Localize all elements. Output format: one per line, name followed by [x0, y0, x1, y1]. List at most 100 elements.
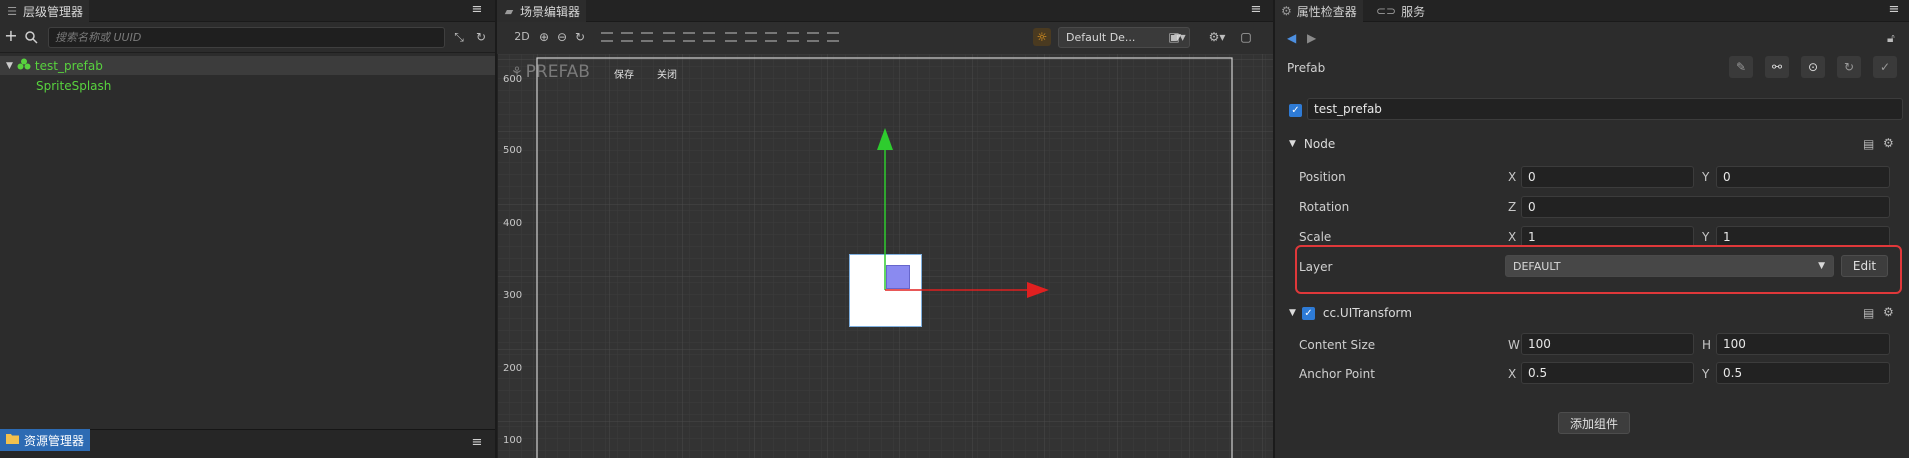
docs-icon[interactable]: ▤	[1863, 137, 1874, 151]
tab-service[interactable]: ⊂⊃ 服务	[1370, 0, 1431, 22]
inspector-panel: ⚙ 属性检查器 ⊂⊃ 服务 ≡ ◀ ▶ 🔓︎ Prefab ✎ ⚯ ⊙ ↻ ✓ …	[1275, 0, 1909, 458]
forward-arrow-icon[interactable]: ▶	[1307, 31, 1316, 45]
position-y-input[interactable]: 0	[1716, 166, 1890, 188]
reset-view-icon[interactable]: ↻	[573, 30, 587, 44]
tree-node-label: test_prefab	[34, 58, 103, 73]
position-label: Position	[1299, 170, 1346, 184]
edit-prefab-icon[interactable]: ✎	[1729, 56, 1753, 78]
distribute-vcenter-icon[interactable]	[745, 32, 757, 42]
axis-x-label: X	[1508, 230, 1517, 244]
tab-scene[interactable]: ▰ 场景编辑器	[497, 0, 587, 22]
docs-icon[interactable]: ▤	[1863, 306, 1874, 320]
hierarchy-menu-icon[interactable]: ≡	[470, 3, 484, 17]
hierarchy-panel: ☰ 层级管理器 ≡ + ⤡ ↻ ▼ test_prefab SpriteSpla…	[0, 0, 495, 458]
collapse-all-icon[interactable]: ⤡	[452, 30, 466, 44]
sprite-node[interactable]	[849, 254, 922, 327]
collapse-arrow-icon[interactable]: ▼	[1289, 308, 1296, 318]
camera-icon[interactable]: ▣▾	[1165, 30, 1189, 44]
chevron-down-icon: ▼	[1818, 261, 1825, 271]
search-input[interactable]	[49, 28, 444, 47]
node-active-checkbox[interactable]: ✓	[1289, 104, 1302, 117]
scene-panel: ▰ 场景编辑器 ≡ 2D ⊕ ⊖ ↻ ☼ Default De... ▼ ▣▾ …	[497, 0, 1273, 458]
axis-z-label: Z	[1508, 200, 1517, 214]
unlock-icon[interactable]: 🔓︎	[1887, 31, 1895, 46]
prefab-icon	[17, 58, 31, 73]
scene-tabbar: ▰ 场景编辑器 ≡	[497, 0, 1273, 22]
layer-edit-button[interactable]: Edit	[1841, 255, 1888, 277]
ruler-label: 200	[503, 363, 523, 374]
prefab-close-button[interactable]: 关闭	[657, 66, 677, 81]
rotation-z-input[interactable]: 0	[1521, 196, 1890, 218]
hierarchy-icon: ☰	[7, 4, 17, 18]
component-gear-icon[interactable]: ⚙	[1883, 305, 1894, 319]
tab-hierarchy[interactable]: ☰ 层级管理器	[0, 0, 90, 22]
tree-node-spritesplash[interactable]: SpriteSplash	[0, 76, 495, 95]
align-vcenter-icon[interactable]	[621, 32, 633, 42]
scene-toolbar: 2D ⊕ ⊖ ↻ ☼ Default De... ▼ ▣▾ ⚙▾ ▢	[497, 22, 1273, 54]
add-component-button[interactable]: 添加组件	[1558, 412, 1630, 434]
distribute-top-icon[interactable]	[725, 32, 737, 42]
service-tab-label: 服务	[1401, 4, 1426, 19]
expand-arrow-icon[interactable]: ▼	[6, 61, 13, 71]
distribute-hcenter-icon[interactable]	[807, 32, 819, 42]
content-size-w-input[interactable]: 100	[1521, 333, 1694, 355]
distribute-right-icon[interactable]	[827, 32, 839, 42]
rotation-label: Rotation	[1299, 200, 1350, 214]
content-size-label: Content Size	[1299, 338, 1376, 352]
tab-assets[interactable]: 资源管理器	[0, 429, 91, 451]
zoom-out-icon[interactable]: ⊖	[555, 30, 569, 44]
uitransform-enabled-checkbox[interactable]: ✓	[1301, 306, 1315, 320]
distribute-bottom-icon[interactable]	[765, 32, 777, 42]
align-left-icon[interactable]	[663, 32, 675, 42]
ruler-label: 100	[503, 435, 523, 446]
collapse-arrow-icon[interactable]: ▼	[1289, 139, 1296, 149]
uitransform-section-title: cc.UITransform	[1322, 306, 1412, 320]
tree-node-test-prefab[interactable]: ▼ test_prefab	[0, 56, 495, 75]
distribute-left-icon[interactable]	[787, 32, 799, 42]
tab-inspector[interactable]: ⚙ 属性检查器	[1275, 0, 1363, 22]
revert-prefab-icon[interactable]: ↻	[1837, 56, 1861, 78]
refresh-icon[interactable]: ↻	[474, 30, 488, 44]
prefab-save-button[interactable]: 保存	[614, 66, 634, 81]
component-gear-icon[interactable]: ⚙	[1883, 136, 1894, 150]
mode-2d-button[interactable]: 2D	[513, 30, 531, 44]
scene-viewport[interactable]: 600 500 400 300 200 100 ⚘ PREFAB 保存 关闭	[497, 54, 1273, 458]
prefab-watermark: ⚘ PREFAB	[511, 62, 590, 82]
scene-menu-icon[interactable]: ≡	[1249, 3, 1263, 17]
zoom-in-icon[interactable]: ⊕	[537, 30, 551, 44]
anchor-x-input[interactable]: 0.5	[1521, 362, 1694, 384]
folder-icon	[6, 433, 19, 447]
hierarchy-tabbar: ☰ 层级管理器 ≡	[0, 0, 495, 22]
anchor-y-input[interactable]: 0.5	[1716, 362, 1890, 384]
uitransform-section-header[interactable]: ▼ ✓ cc.UITransform	[1289, 306, 1412, 320]
search-field[interactable]	[48, 27, 445, 48]
back-arrow-icon[interactable]: ◀	[1287, 31, 1296, 45]
locate-prefab-icon[interactable]: ⊙	[1801, 56, 1825, 78]
maximize-icon[interactable]: ▢	[1239, 30, 1253, 44]
ruler-label: 500	[503, 145, 523, 156]
axis-y-label: Y	[1702, 170, 1710, 184]
search-icon[interactable]	[24, 30, 38, 44]
inspector-menu-icon[interactable]: ≡	[1887, 3, 1901, 17]
align-top-icon[interactable]	[601, 32, 613, 42]
light-icon[interactable]: ☼	[1033, 28, 1051, 46]
align-hcenter-icon[interactable]	[683, 32, 695, 42]
assets-menu-icon[interactable]: ≡	[470, 436, 484, 450]
layer-select[interactable]: DEFAULT ▼	[1505, 255, 1834, 277]
axis-x-label: X	[1508, 170, 1517, 184]
apply-prefab-icon[interactable]: ✓	[1873, 56, 1897, 78]
align-bottom-icon[interactable]	[641, 32, 653, 42]
node-name-input[interactable]: test_prefab	[1307, 98, 1903, 120]
assets-tab-label: 资源管理器	[24, 433, 85, 448]
prefab-watermark-icon: ⚘	[511, 64, 523, 80]
inspector-tabbar: ⚙ 属性检查器 ⊂⊃ 服务 ≡	[1275, 0, 1909, 22]
position-x-input[interactable]: 0	[1521, 166, 1694, 188]
align-right-icon[interactable]	[703, 32, 715, 42]
unlink-prefab-icon[interactable]: ⚯	[1765, 56, 1789, 78]
add-node-icon[interactable]: +	[4, 28, 18, 44]
sprite-handle[interactable]	[886, 265, 910, 289]
content-size-h-input[interactable]: 100	[1716, 333, 1890, 355]
node-section-header[interactable]: ▼ Node	[1289, 137, 1335, 151]
gear-icon[interactable]: ⚙▾	[1205, 30, 1229, 44]
layer-label: Layer	[1299, 260, 1333, 274]
